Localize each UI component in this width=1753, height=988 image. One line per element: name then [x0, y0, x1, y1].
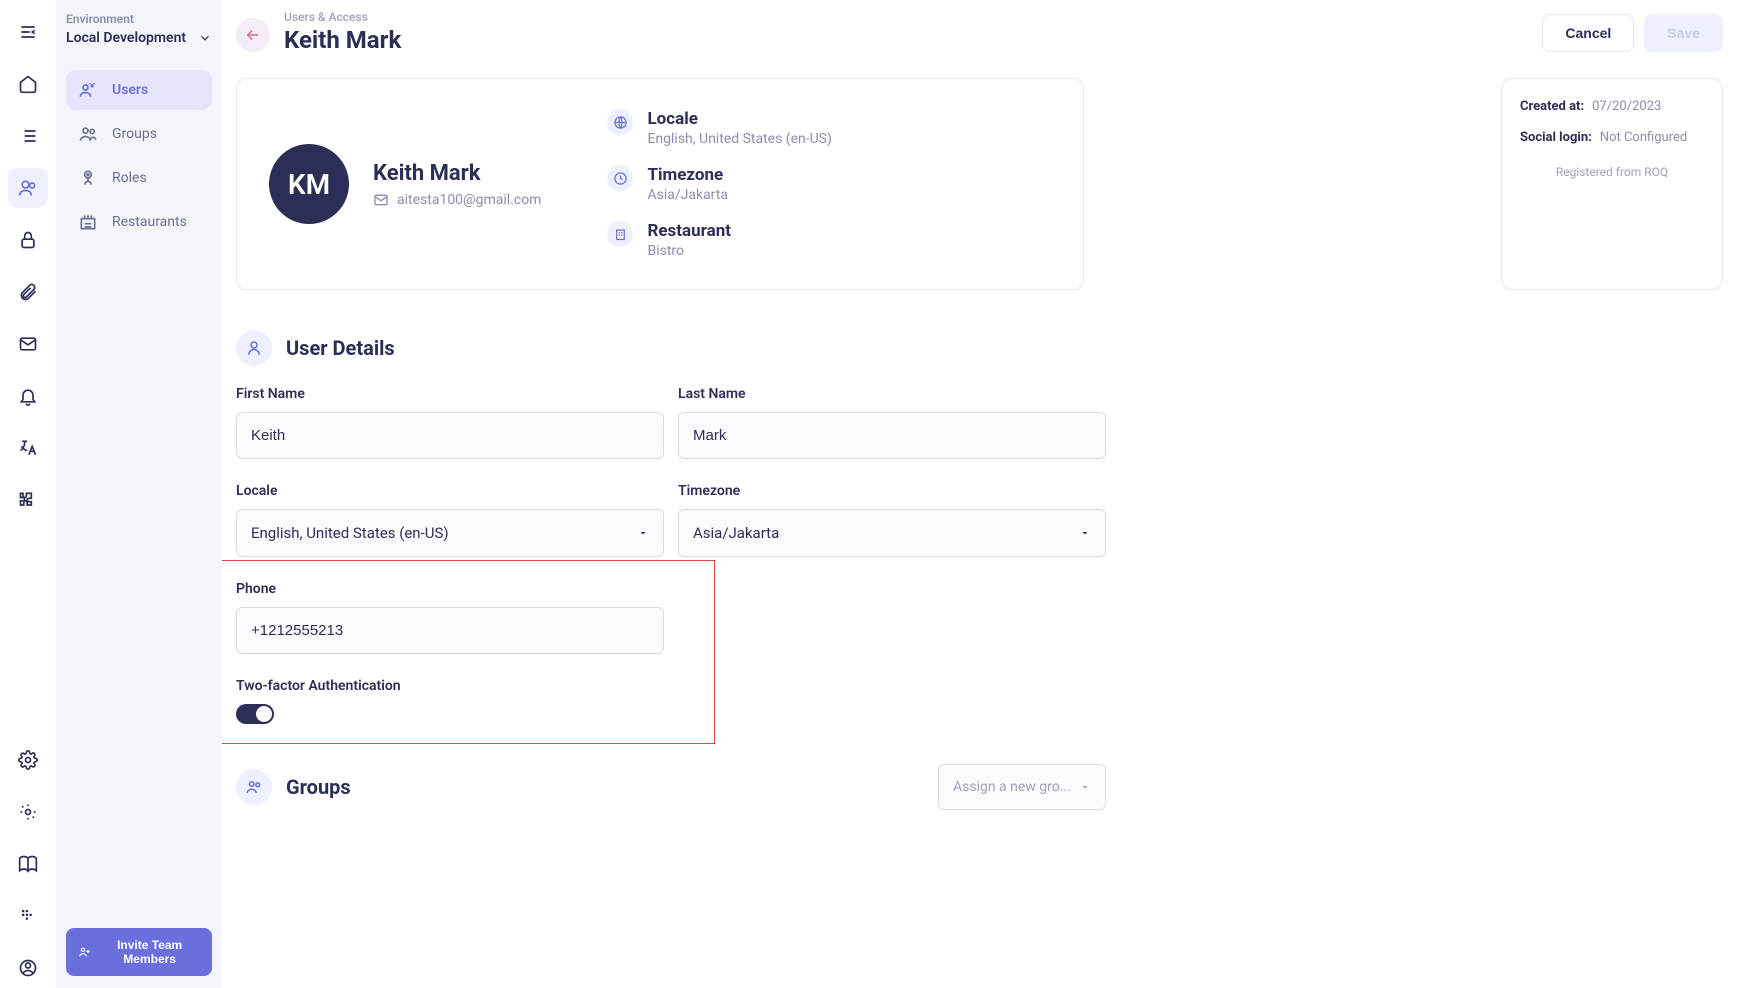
locale-field-label: Locale: [236, 483, 664, 499]
twofa-field: Two-factor Authentication: [236, 678, 664, 724]
phone-field: Phone: [236, 581, 664, 654]
sidebar-item-restaurants[interactable]: Restaurants: [66, 202, 212, 242]
translate-icon[interactable]: [8, 428, 48, 468]
cancel-button[interactable]: Cancel: [1542, 14, 1634, 52]
side-nav: Users Groups Roles Restaurants: [66, 70, 212, 242]
locale-field: Locale English, United States (en-US): [236, 483, 664, 557]
profile-icon[interactable]: [8, 948, 48, 988]
chevron-down-icon: [198, 31, 212, 45]
users-icon[interactable]: [8, 168, 48, 208]
user-email: aitesta100@gmail.com: [373, 192, 541, 208]
clock-icon: [607, 165, 633, 191]
sidebar-item-users[interactable]: Users: [66, 70, 212, 110]
first-name-label: First Name: [236, 386, 664, 402]
globe-icon: [607, 109, 633, 135]
mail-icon[interactable]: [8, 324, 48, 364]
invite-team-button[interactable]: Invite Team Members: [66, 928, 212, 976]
last-name-field: Last Name: [678, 386, 1106, 459]
dropdown-icon: [1079, 527, 1091, 539]
puzzle-icon[interactable]: [8, 480, 48, 520]
locale-select[interactable]: English, United States (en-US): [236, 509, 664, 557]
user-name: Keith Mark: [373, 161, 541, 186]
page-title: Keith Mark: [284, 26, 401, 54]
twofa-label: Two-factor Authentication: [236, 678, 664, 694]
toggle-knob: [256, 706, 272, 722]
timezone-select[interactable]: Asia/Jakarta: [678, 509, 1106, 557]
invite-button-label: Invite Team Members: [99, 938, 200, 966]
first-name-field: First Name: [236, 386, 664, 459]
created-at-label: Created at:: [1520, 99, 1584, 114]
groups-section-icon: [236, 769, 272, 805]
deploy-icon[interactable]: [8, 792, 48, 832]
sidebar-item-label: Restaurants: [112, 214, 187, 230]
assign-group-select[interactable]: Assign a new gro...: [938, 764, 1106, 810]
add-person-icon: [78, 944, 91, 960]
dropdown-icon: [637, 527, 649, 539]
paperclip-icon[interactable]: [8, 272, 48, 312]
twofa-toggle[interactable]: [236, 704, 274, 724]
social-login-label: Social login:: [1520, 130, 1592, 145]
restaurant-value: Bistro: [647, 243, 731, 259]
timezone-label: Timezone: [647, 165, 728, 185]
page-header: Users & Access Keith Mark Cancel Save: [236, 10, 1723, 78]
timezone-field-label: Timezone: [678, 483, 1106, 499]
phone-input[interactable]: [236, 607, 664, 654]
groups-section-head: Groups: [236, 769, 351, 805]
arrow-left-icon: [244, 26, 262, 44]
sidebar-item-groups[interactable]: Groups: [66, 114, 212, 154]
roles-nav-icon: [78, 168, 98, 188]
list-icon[interactable]: [8, 116, 48, 156]
sidebar-item-label: Groups: [112, 126, 157, 142]
timezone-field: Timezone Asia/Jakarta: [678, 483, 1106, 557]
restaurant-label: Restaurant: [647, 221, 731, 241]
sidebar-item-roles[interactable]: Roles: [66, 158, 212, 198]
avatar: KM: [269, 144, 349, 224]
user-summary-card: KM Keith Mark aitesta100@gmail.com: [236, 78, 1084, 290]
groups-title: Groups: [286, 775, 351, 799]
person-icon: [236, 330, 272, 366]
timezone-value: Asia/Jakarta: [647, 187, 728, 203]
breadcrumb: Users & Access: [284, 10, 401, 24]
users-nav-icon: [78, 80, 98, 100]
main-content: Users & Access Keith Mark Cancel Save KM…: [222, 0, 1753, 988]
mail-icon: [373, 192, 389, 208]
sidebar-item-label: Roles: [112, 170, 147, 186]
locale-value: English, United States (en-US): [647, 131, 831, 147]
restaurants-nav-icon: [78, 212, 98, 232]
bell-icon[interactable]: [8, 376, 48, 416]
user-details-title: User Details: [286, 336, 395, 360]
slack-icon[interactable]: [8, 896, 48, 936]
book-icon[interactable]: [8, 844, 48, 884]
user-details-section-head: User Details: [236, 330, 1723, 366]
social-login-value: Not Configured: [1600, 130, 1687, 145]
info-card: Created at: 07/20/2023 Social login: Not…: [1501, 78, 1723, 290]
groups-nav-icon: [78, 124, 98, 144]
locale-label: Locale: [647, 109, 831, 129]
last-name-label: Last Name: [678, 386, 1106, 402]
environment-label: Environment: [66, 12, 212, 26]
first-name-input[interactable]: [236, 412, 664, 459]
environment-selector[interactable]: Local Development: [66, 30, 212, 46]
gear-icon[interactable]: [8, 740, 48, 780]
back-button[interactable]: [236, 18, 270, 52]
icon-rail: [0, 0, 56, 988]
environment-value: Local Development: [66, 30, 186, 46]
building-icon: [607, 221, 633, 247]
lock-icon[interactable]: [8, 220, 48, 260]
dropdown-icon: [1079, 781, 1091, 793]
registered-from: Registered from ROQ: [1520, 165, 1704, 179]
created-at-value: 07/20/2023: [1592, 99, 1661, 114]
phone-label: Phone: [236, 581, 664, 597]
last-name-input[interactable]: [678, 412, 1106, 459]
collapse-icon[interactable]: [8, 12, 48, 52]
save-button[interactable]: Save: [1644, 14, 1723, 52]
secondary-sidebar: Environment Local Development Users Grou…: [56, 0, 222, 988]
sidebar-item-label: Users: [112, 82, 148, 98]
home-icon[interactable]: [8, 64, 48, 104]
